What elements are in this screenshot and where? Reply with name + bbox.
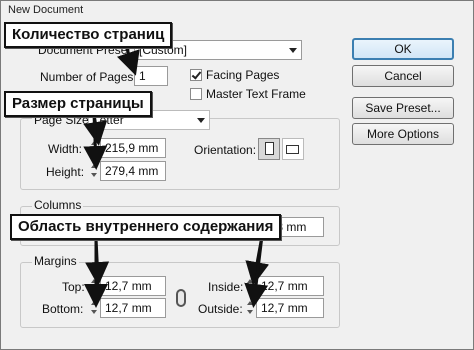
pages-callout: Количество страниц (4, 22, 173, 48)
pages-arrow (116, 45, 140, 76)
annotation-arrows (83, 45, 270, 308)
content-area-callout: Область внутреннего содержания (10, 214, 282, 240)
size-arrow-height (83, 113, 108, 170)
page-size-callout: Размер страницы (4, 91, 152, 117)
